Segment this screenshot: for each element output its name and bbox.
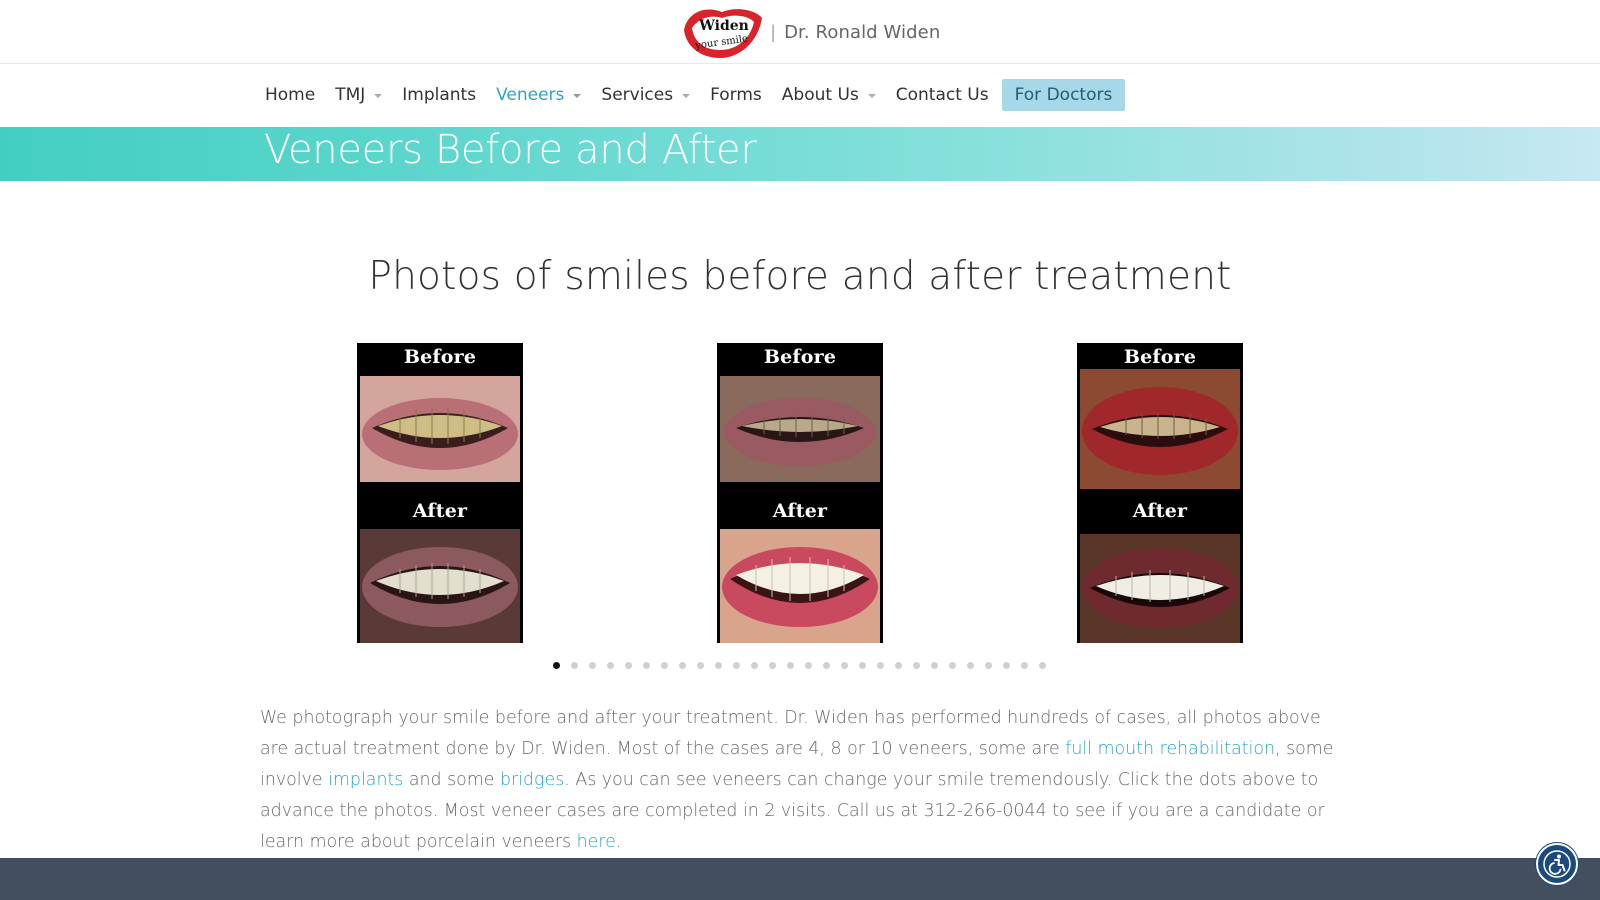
carousel-dot[interactable] bbox=[841, 662, 848, 669]
after-photo bbox=[360, 529, 520, 643]
caret-down-icon bbox=[573, 94, 582, 98]
here-link[interactable]: here bbox=[577, 832, 616, 852]
copy-text-3: and some bbox=[403, 770, 500, 790]
carousel-dot[interactable] bbox=[607, 662, 614, 669]
before-label: Before bbox=[1123, 346, 1197, 368]
implants-link[interactable]: implants bbox=[328, 770, 403, 790]
nav-item-about-us[interactable]: About Us bbox=[775, 79, 889, 111]
carousel-dot[interactable] bbox=[733, 662, 740, 669]
nav-item-label: Contact Us bbox=[895, 85, 989, 105]
carousel-dot[interactable] bbox=[643, 662, 650, 669]
carousel-dot[interactable] bbox=[949, 662, 956, 669]
nav-item-label: Implants bbox=[402, 85, 477, 105]
carousel-dot[interactable] bbox=[1003, 662, 1010, 669]
gallery-slide-2[interactable]: Before After bbox=[717, 343, 883, 643]
nav-item-label: TMJ bbox=[335, 85, 366, 105]
gallery-slide-1[interactable]: Before After bbox=[357, 343, 523, 643]
gallery-slide-3[interactable]: Before After bbox=[1077, 343, 1243, 643]
accessibility-icon bbox=[1543, 850, 1571, 878]
carousel-dot[interactable] bbox=[823, 662, 830, 669]
before-label: Before bbox=[403, 346, 477, 368]
nav-item-label: Veneers bbox=[496, 85, 565, 105]
before-photo bbox=[720, 376, 880, 482]
site-footer bbox=[0, 858, 1600, 900]
carousel-dot[interactable] bbox=[805, 662, 812, 669]
carousel-dot[interactable] bbox=[661, 662, 668, 669]
before-photo bbox=[360, 376, 520, 482]
nav-item-contact-us[interactable]: Contact Us bbox=[889, 79, 1002, 111]
carousel-dot[interactable] bbox=[589, 662, 596, 669]
logo-lips-icon: Widen your smile bbox=[684, 9, 762, 58]
carousel-dot[interactable] bbox=[1039, 662, 1046, 669]
carousel-dot[interactable] bbox=[1021, 662, 1028, 669]
page-title: Veneers Before and After bbox=[264, 127, 757, 173]
carousel-dot[interactable] bbox=[985, 662, 992, 669]
carousel-dot[interactable] bbox=[931, 662, 938, 669]
nav-item-forms[interactable]: Forms bbox=[703, 79, 775, 111]
after-label: After bbox=[772, 500, 828, 522]
carousel-dot[interactable] bbox=[877, 662, 884, 669]
site-header: Widen your smile | Dr. Ronald Widen bbox=[0, 0, 1600, 64]
carousel-dot[interactable] bbox=[553, 662, 560, 669]
bridges-link[interactable]: bridges bbox=[500, 770, 564, 790]
nav-item-label: About Us bbox=[781, 85, 859, 105]
carousel-dot[interactable] bbox=[751, 662, 758, 669]
accessibility-button[interactable] bbox=[1536, 843, 1578, 885]
nav-item-implants[interactable]: Implants bbox=[395, 79, 489, 111]
full-mouth-rehabilitation-link[interactable]: full mouth rehabilitation bbox=[1065, 739, 1275, 759]
nav-list: Home TMJ Implants Veneers Services Forms About… bbox=[258, 79, 1126, 111]
logo-separator: | bbox=[770, 21, 777, 43]
carousel-dot[interactable] bbox=[679, 662, 686, 669]
after-label: After bbox=[412, 500, 468, 522]
carousel-dot[interactable] bbox=[769, 662, 776, 669]
nav-item-veneers[interactable]: Veneers bbox=[489, 79, 594, 111]
nav-item-home[interactable]: Home bbox=[258, 79, 328, 111]
before-photo bbox=[1080, 369, 1240, 489]
logo-text-top: Widen bbox=[698, 18, 749, 34]
carousel-dot[interactable] bbox=[859, 662, 866, 669]
caret-down-icon bbox=[374, 94, 383, 98]
nav-item-for-doctors[interactable]: For Doctors bbox=[1001, 79, 1126, 111]
copy-text-5: . bbox=[615, 832, 622, 852]
carousel-dots bbox=[553, 662, 1057, 669]
main-nav: Home TMJ Implants Veneers Services Forms About… bbox=[0, 64, 1600, 127]
after-photo bbox=[1080, 534, 1240, 643]
carousel-dot[interactable] bbox=[715, 662, 722, 669]
carousel-dot[interactable] bbox=[571, 662, 578, 669]
carousel-dot[interactable] bbox=[895, 662, 902, 669]
nav-item-label: For Doctors bbox=[1014, 85, 1113, 105]
after-label: After bbox=[1132, 500, 1188, 522]
carousel-dot[interactable] bbox=[967, 662, 974, 669]
nav-item-tmj[interactable]: TMJ bbox=[328, 79, 395, 111]
carousel-dot[interactable] bbox=[787, 662, 794, 669]
nav-item-services[interactable]: Services bbox=[594, 79, 703, 111]
logo-link[interactable]: Widen your smile | Dr. Ronald Widen bbox=[678, 2, 940, 62]
after-photo bbox=[720, 529, 880, 643]
nav-item-label: Forms bbox=[710, 85, 762, 105]
caret-down-icon bbox=[682, 94, 691, 98]
nav-item-label: Home bbox=[265, 85, 316, 105]
intro-paragraph: We photograph your smile before and afte… bbox=[260, 703, 1350, 858]
nav-item-label: Services bbox=[601, 85, 674, 105]
page-banner: Veneers Before and After bbox=[0, 127, 1600, 181]
caret-down-icon bbox=[867, 94, 876, 98]
doctor-name: Dr. Ronald Widen bbox=[784, 21, 941, 43]
carousel-dot[interactable] bbox=[913, 662, 920, 669]
gallery-heading: Photos of smiles before and after treatm… bbox=[368, 254, 1232, 299]
carousel-dot[interactable] bbox=[697, 662, 704, 669]
before-label: Before bbox=[763, 346, 837, 368]
carousel-dot[interactable] bbox=[625, 662, 632, 669]
